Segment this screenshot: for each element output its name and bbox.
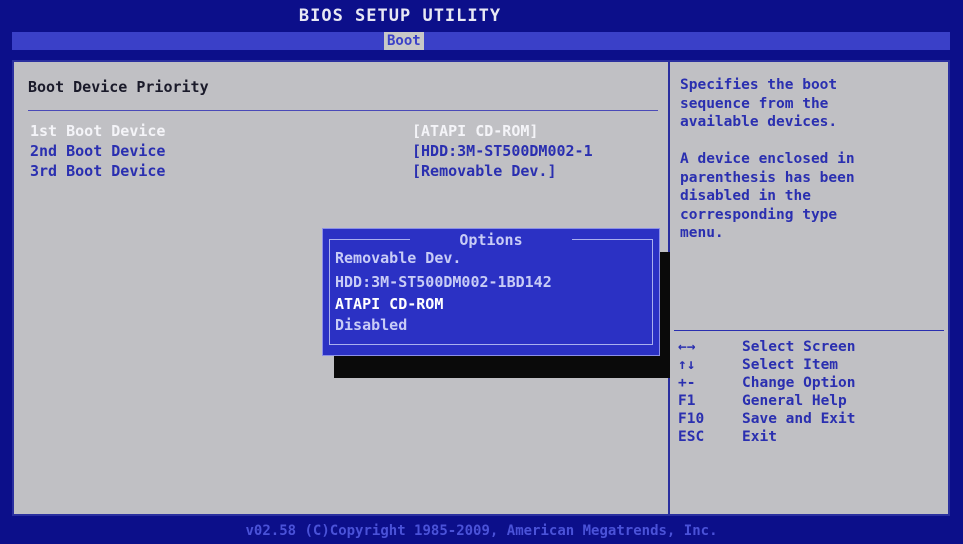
boot-device-label: 1st Boot Device (30, 122, 166, 140)
key-description: Select Item (742, 357, 839, 373)
plus-minus-key: +- (678, 375, 696, 391)
boot-device-value[interactable]: [ATAPI CD-ROM] (412, 122, 538, 140)
copyright-footer: v02.58 (C)Copyright 1985-2009, American … (245, 523, 718, 539)
esc-key: ESC (678, 429, 705, 445)
bios-title: BIOS SETUP UTILITY (298, 6, 502, 26)
help-pane: Specifies the boot sequence from the ava… (670, 62, 948, 514)
f1-key: F1 (678, 393, 696, 409)
section-title: Boot Device Priority (28, 78, 209, 96)
boot-device-label: 3rd Boot Device (30, 162, 166, 180)
boot-device-value[interactable]: [Removable Dev.] (412, 162, 557, 180)
key-description: Change Option (742, 375, 856, 391)
header: BIOS SETUP UTILITY Boot (0, 0, 963, 56)
f10-key: F10 (678, 411, 705, 427)
popup-title: Options (459, 231, 523, 249)
arrow-up-down-icon: ↑↓ (678, 357, 696, 373)
option-item-selected[interactable]: ATAPI CD-ROM (335, 295, 443, 313)
key-description: Select Screen (742, 339, 856, 355)
tab-boot[interactable]: Boot (384, 32, 424, 50)
arrow-left-right-icon: ←→ (678, 339, 696, 355)
help-text: Specifies the boot sequence from the ava… (680, 77, 855, 241)
options-popup[interactable]: Options Removable Dev. HDD:3M-ST500DM002… (322, 228, 660, 356)
boot-device-label: 2nd Boot Device (30, 142, 166, 160)
key-description: General Help (742, 393, 847, 409)
tab-bar: Boot (12, 32, 950, 50)
key-description: Exit (742, 429, 777, 445)
bios-screen: BIOS SETUP UTILITY Boot Boot Device Prio… (0, 0, 963, 544)
option-item[interactable]: Disabled (335, 316, 407, 334)
option-item[interactable]: HDD:3M-ST500DM002-1BD142 (335, 273, 552, 291)
section-divider (28, 110, 658, 111)
key-description: Save and Exit (742, 411, 856, 427)
boot-device-value[interactable]: [HDD:3M-ST500DM002-1 (412, 142, 593, 160)
help-divider (674, 330, 944, 331)
option-item[interactable]: Removable Dev. (335, 249, 461, 267)
